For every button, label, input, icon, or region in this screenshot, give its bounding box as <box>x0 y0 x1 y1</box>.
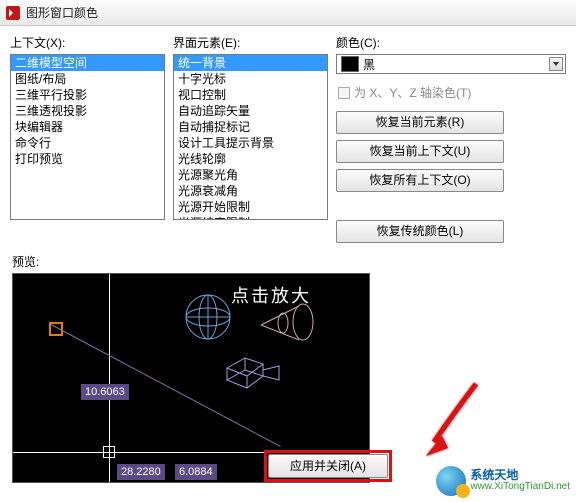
context-label: 上下文(X): <box>10 34 165 51</box>
list-item[interactable]: 三维透视投影 <box>11 103 164 119</box>
color-picker-row: 黑 <box>336 54 566 74</box>
crosshair-pickbox <box>103 446 115 458</box>
camera-wireframe-icon <box>223 350 283 394</box>
list-item[interactable]: 十字光标 <box>174 71 327 87</box>
context-column: 上下文(X): 二维模型空间 图纸/布局 三维平行投影 三维透视投影 块编辑器 … <box>10 34 165 249</box>
watermark-text: 系统天地 www.XiTongTianDi.net <box>470 469 570 493</box>
list-item[interactable]: 光源聚光角 <box>174 167 327 183</box>
list-item[interactable]: 视口控制 <box>174 87 327 103</box>
right-column: 颜色(C): 黑 为 X、Y、Z 轴染色(T) 恢复当前元素(R) 恢复当前上下… <box>336 34 566 249</box>
elements-listbox[interactable]: 统一背景 十字光标 视口控制 自动追踪矢量 自动捕捉标记 设计工具提示背景 光线… <box>173 54 328 220</box>
watermark-logo: 系统天地 www.XiTongTianDi.net <box>436 466 570 496</box>
list-item[interactable]: 自动追踪矢量 <box>174 103 327 119</box>
axis-tint-row: 为 X、Y、Z 轴染色(T) <box>338 84 566 101</box>
list-item[interactable]: 三维平行投影 <box>11 87 164 103</box>
cone-wireframe-icon <box>259 302 315 348</box>
list-item[interactable]: 块编辑器 <box>11 119 164 135</box>
restore-legacy-button[interactable]: 恢复传统颜色(L) <box>336 220 504 243</box>
dialog-body: 上下文(X): 二维模型空间 图纸/布局 三维平行投影 三维透视投影 块编辑器 … <box>0 26 576 249</box>
list-item[interactable]: 打印预览 <box>11 151 164 167</box>
dimension-value: 6.0884 <box>175 464 217 480</box>
color-name: 黑 <box>363 56 375 73</box>
restore-all-contexts-button[interactable]: 恢复所有上下文(O) <box>336 169 504 192</box>
restore-element-button[interactable]: 恢复当前元素(R) <box>336 111 504 134</box>
globe-icon <box>436 466 466 496</box>
list-item[interactable]: 图纸/布局 <box>11 71 164 87</box>
list-item[interactable]: 光源衰减角 <box>174 183 327 199</box>
list-item[interactable]: 光线轮廓 <box>174 151 327 167</box>
callout-arrow-icon <box>426 380 486 463</box>
color-swatch-icon <box>341 56 359 72</box>
dimension-value: 28.2280 <box>117 464 165 480</box>
brand-url: www.XiTongTianDi.net <box>470 481 570 493</box>
brand-name: 系统天地 <box>470 469 570 481</box>
preview-label: 预览: <box>12 253 576 270</box>
preview-area[interactable]: 10.6063 28.2280 6.0884 点击放大 <box>12 273 370 483</box>
list-item[interactable]: 统一背景 <box>174 55 327 71</box>
chevron-down-icon[interactable] <box>549 57 563 71</box>
elements-label: 界面元素(E): <box>173 34 328 51</box>
app-icon <box>6 6 20 20</box>
list-item[interactable]: 自动捕捉标记 <box>174 119 327 135</box>
dimension-value: 10.6063 <box>81 384 129 400</box>
globe-wireframe-icon <box>183 292 233 342</box>
annotation-text: 点击放大 <box>231 282 311 308</box>
crosshair-horizontal <box>13 452 369 453</box>
apply-close-button[interactable]: 应用并关闭(A) <box>268 454 388 478</box>
color-dropdown[interactable]: 黑 <box>336 54 566 74</box>
axis-tint-label: 为 X、Y、Z 轴染色(T) <box>354 84 471 101</box>
checkbox[interactable] <box>338 87 350 99</box>
title-bar: 图形窗口颜色 <box>0 0 576 26</box>
list-item[interactable]: 二维模型空间 <box>11 55 164 71</box>
list-item[interactable]: 设计工具提示背景 <box>174 135 327 151</box>
context-listbox[interactable]: 二维模型空间 图纸/布局 三维平行投影 三维透视投影 块编辑器 命令行 打印预览 <box>10 54 165 220</box>
restore-context-button[interactable]: 恢复当前上下文(U) <box>336 140 504 163</box>
color-label: 颜色(C): <box>336 34 566 51</box>
elements-column: 界面元素(E): 统一背景 十字光标 视口控制 自动追踪矢量 自动捕捉标记 设计… <box>173 34 328 249</box>
window-title: 图形窗口颜色 <box>26 4 98 21</box>
list-item[interactable]: 命令行 <box>11 135 164 151</box>
list-item[interactable]: 光源开始限制 <box>174 199 327 215</box>
list-item[interactable]: 光源结束限制 <box>174 215 327 220</box>
